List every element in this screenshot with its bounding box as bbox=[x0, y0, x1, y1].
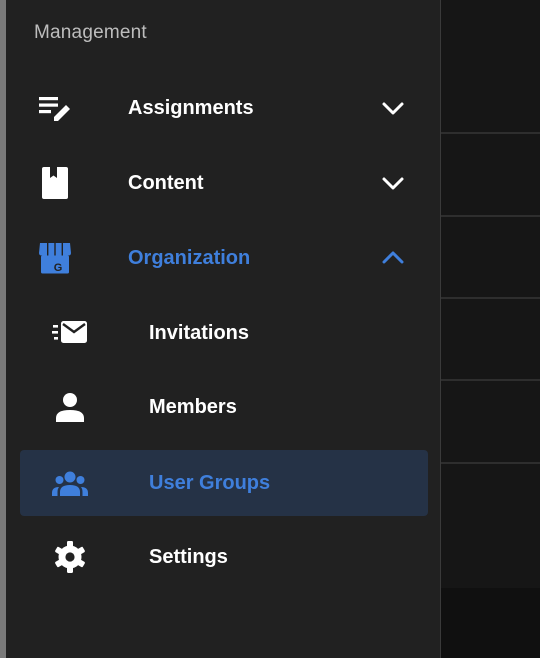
sub-item-members[interactable]: Members bbox=[20, 374, 428, 440]
nav-item-label: Content bbox=[128, 172, 204, 194]
nav-item-label: Assignments bbox=[128, 97, 254, 119]
sub-item-user-groups[interactable]: User Groups bbox=[20, 450, 428, 516]
chevron-down-icon[interactable] bbox=[379, 94, 407, 122]
group-icon bbox=[52, 465, 88, 501]
nav-item-assignments[interactable]: Assignments bbox=[6, 76, 440, 140]
navigation-drawer: Management Assignments Content G Organiz… bbox=[6, 0, 441, 658]
nav-item-label: Organization bbox=[128, 247, 251, 269]
background-footer bbox=[441, 588, 540, 658]
assignment-edit-icon bbox=[37, 90, 73, 126]
sub-item-label: Invitations bbox=[149, 322, 250, 344]
sub-item-label: Settings bbox=[149, 546, 228, 568]
nav-item-content[interactable]: Content bbox=[6, 151, 440, 215]
sub-item-label: User Groups bbox=[149, 472, 271, 494]
bookmark-icon bbox=[37, 165, 73, 201]
row-divider bbox=[441, 462, 540, 464]
row-divider bbox=[441, 297, 540, 299]
gear-icon bbox=[52, 539, 88, 575]
sub-item-label: Members bbox=[149, 396, 237, 418]
sub-item-settings[interactable]: Settings bbox=[20, 524, 428, 590]
nav-item-organization[interactable]: G Organization bbox=[6, 226, 440, 290]
chevron-down-icon[interactable] bbox=[379, 169, 407, 197]
person-icon bbox=[52, 389, 88, 425]
row-divider bbox=[441, 215, 540, 217]
storefront-icon: G bbox=[37, 240, 73, 276]
row-divider bbox=[441, 132, 540, 134]
send-mail-icon bbox=[52, 315, 88, 351]
background-content bbox=[441, 0, 540, 658]
chevron-up-icon[interactable] bbox=[379, 244, 407, 272]
section-title: Management bbox=[34, 22, 147, 43]
row-divider bbox=[441, 379, 540, 381]
svg-text:G: G bbox=[54, 262, 63, 274]
sub-item-invitations[interactable]: Invitations bbox=[20, 300, 428, 366]
